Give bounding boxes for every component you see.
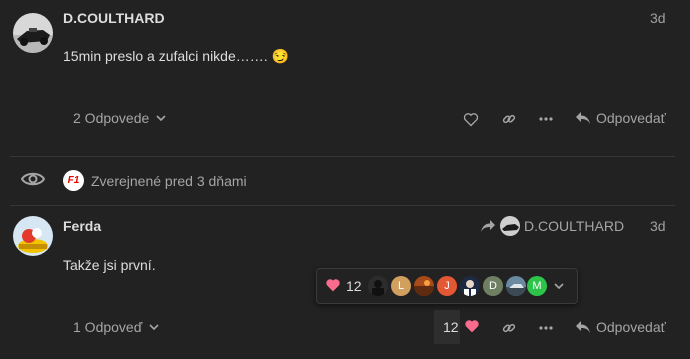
reactor-initial: L (397, 280, 405, 292)
chevron-down-icon (155, 112, 167, 124)
reactor-avatar[interactable] (506, 276, 526, 296)
ellipsis-icon (539, 326, 553, 330)
post-date[interactable]: 3d (650, 10, 666, 26)
copy-link-button[interactable] (500, 319, 518, 337)
like-button[interactable] (462, 110, 480, 128)
reactor-initial: D (489, 280, 497, 292)
reactor-initial: J (444, 280, 450, 292)
more-options-button[interactable] (537, 110, 555, 128)
post-text-content: 15min preslo a zufalci nikde……. (63, 48, 272, 64)
reactor-avatar[interactable]: L (391, 276, 411, 296)
eye-icon (21, 168, 45, 190)
post-divider (10, 205, 675, 206)
reactor-avatar[interactable]: J (437, 276, 457, 296)
heart-icon[interactable] (464, 319, 480, 333)
post-text: Takže jsi první. (63, 257, 156, 273)
reply-button[interactable]: Odpovedať (575, 110, 666, 126)
like-count[interactable]: 12 (443, 319, 459, 335)
chevron-down-icon (148, 321, 160, 333)
post-date[interactable]: 3d (650, 218, 666, 234)
reply-button[interactable]: Odpovedať (575, 319, 666, 335)
event-text: Zverejnené pred 3 dňami (91, 173, 247, 189)
reply-to-username: D.COULTHARD (524, 218, 625, 234)
reply-icon (576, 112, 590, 124)
post-text: 15min preslo a zufalci nikde……. 😏 (63, 48, 289, 65)
more-options-button[interactable] (537, 319, 555, 337)
reply-icon (576, 321, 590, 333)
heart-outline-icon (463, 112, 479, 126)
replies-toggle-button[interactable]: 1 Odpoveď (73, 319, 160, 335)
copy-link-button[interactable] (500, 110, 518, 128)
expand-reactions-button[interactable] (552, 280, 566, 292)
reactor-initial: M (532, 280, 542, 292)
share-arrow-icon (481, 220, 495, 232)
ellipsis-icon (539, 117, 553, 121)
f1-avatar[interactable]: F1 (63, 170, 84, 191)
reactor-avatar[interactable]: D (483, 276, 503, 296)
reactor-avatar[interactable] (460, 276, 480, 296)
avatar[interactable] (13, 216, 53, 256)
link-icon (502, 323, 516, 333)
replies-toggle-button[interactable]: 2 Odpovede (73, 110, 167, 126)
replies-toggle-label: 2 Odpovede (73, 110, 150, 126)
f1-badge-label: F1 (67, 175, 80, 186)
avatar[interactable] (13, 13, 53, 53)
reactor-avatar[interactable] (368, 276, 388, 296)
replies-toggle-label: 1 Odpoveď (73, 319, 143, 335)
reply-to-tab[interactable]: D.COULTHARD (480, 216, 624, 236)
reactor-avatar[interactable] (414, 276, 434, 296)
username[interactable]: Ferda (63, 218, 101, 234)
username[interactable]: D.COULTHARD (63, 10, 165, 26)
link-icon (502, 114, 516, 124)
reply-label: Odpovedať (596, 110, 666, 126)
reply-to-avatar (500, 216, 520, 236)
chevron-down-icon (554, 283, 564, 290)
heart-icon (325, 278, 341, 292)
smirk-emoji: 😏 (271, 48, 289, 64)
reaction-count: 12 (346, 278, 362, 294)
post-divider (10, 156, 675, 157)
reactor-avatar[interactable]: M (527, 276, 547, 296)
reply-label: Odpovedať (596, 319, 666, 335)
